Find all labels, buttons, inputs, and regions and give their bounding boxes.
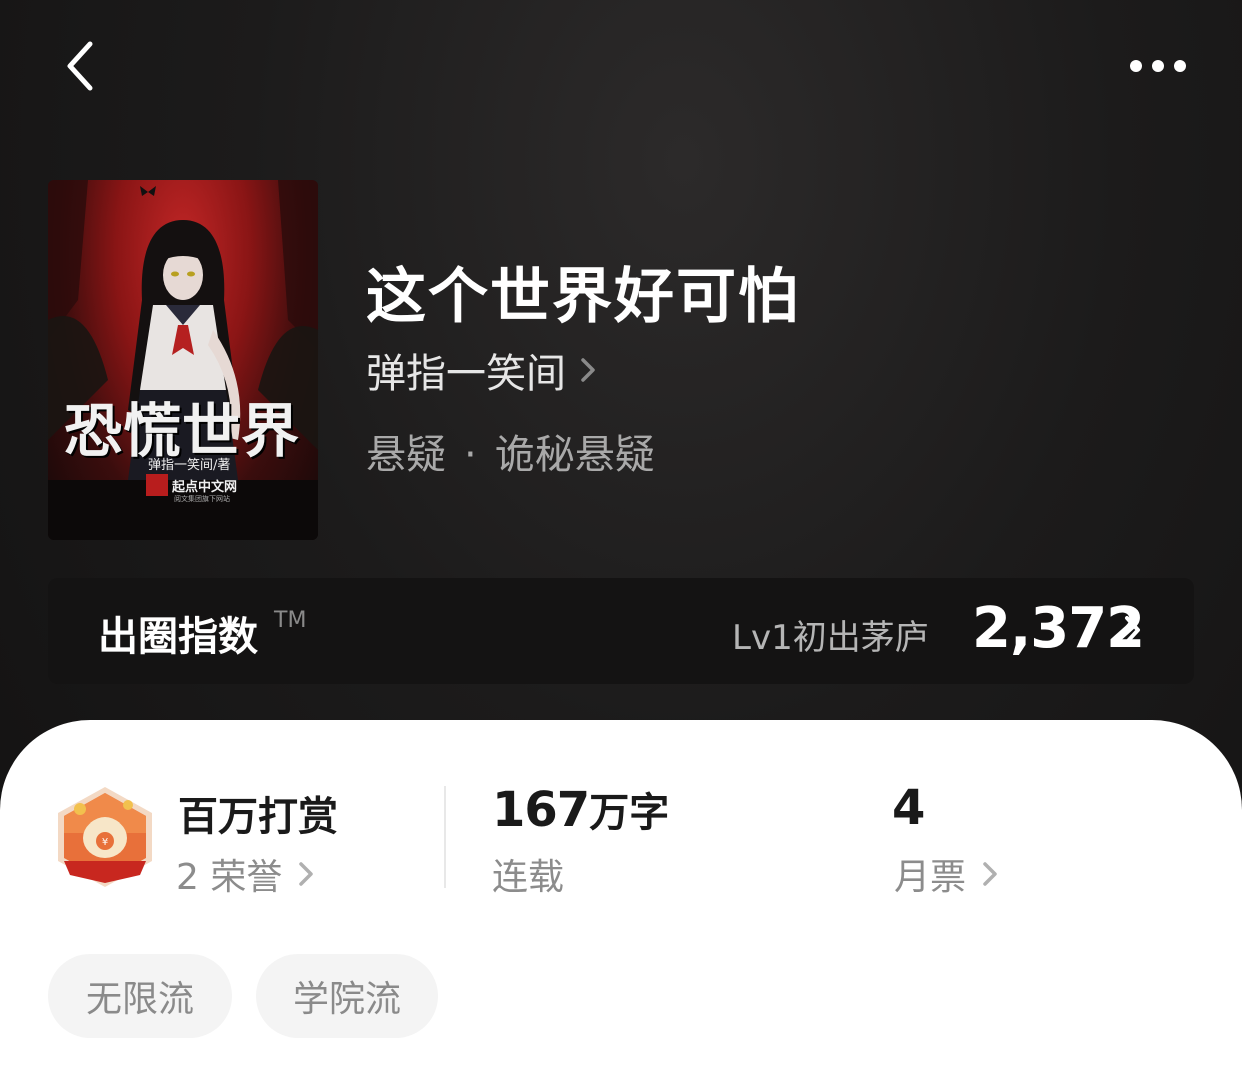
genre-main: 悬疑 (366, 432, 446, 478)
word-count-unit: 万字 (589, 790, 670, 836)
top-nav-bar (0, 0, 1242, 130)
svg-text:¥: ¥ (102, 837, 108, 848)
reward-badge-icon: ¥ (58, 787, 152, 887)
publisher-seal-icon (146, 474, 168, 496)
book-title: 这个世界好可怕 (366, 262, 800, 332)
chevron-right-icon (1125, 616, 1140, 644)
chevron-left-icon (67, 41, 93, 91)
cover-publisher: 起点中文网 (172, 480, 238, 495)
back-button[interactable] (56, 36, 116, 96)
index-value: 2,372 (972, 596, 1145, 661)
genre-line: 悬疑 · 诡秘悬疑 (366, 422, 655, 480)
tag-chip[interactable]: 无限流 (48, 954, 232, 1038)
monthly-ticket-count: 4 (892, 780, 925, 836)
monthly-ticket-label: 月票 (894, 857, 967, 898)
serial-status: 连载 (492, 857, 565, 898)
index-label: 出圈指数 (98, 614, 258, 660)
monthly-ticket-number: 4 (892, 780, 925, 836)
chevron-right-icon (299, 862, 314, 886)
tag-chip[interactable]: 学院流 (256, 954, 438, 1038)
word-count: 167万字 (492, 780, 669, 838)
stat-divider (444, 786, 446, 888)
word-count-number: 167 (492, 782, 590, 838)
author-link[interactable]: 弹指一笑间 (366, 343, 598, 397)
honors-count: 2 荣誉 (176, 857, 283, 898)
genre-separator: · (464, 432, 477, 478)
popularity-index-bar[interactable]: 出圈指数 TM Lv1初出茅庐 2,372 (48, 578, 1194, 684)
chevron-right-icon (581, 358, 595, 382)
cover-author: 弹指一笑间/著 (148, 458, 231, 473)
trademark-mark: TM (274, 608, 307, 633)
more-dots-icon (1130, 60, 1186, 72)
more-options-button[interactable] (1122, 46, 1202, 86)
reward-title: 百万打赏 (178, 794, 338, 840)
chevron-right-icon (983, 862, 997, 886)
book-cover[interactable]: 恐慌世界 弹指一笑间/著 起点中文网 阅文集团旗下网站 (48, 180, 318, 540)
genre-sub: 诡秘悬疑 (494, 432, 655, 478)
monthly-ticket-link[interactable]: 月票 (894, 848, 1000, 900)
index-level: Lv1初出茅庐 (732, 618, 929, 658)
cover-publisher-sub: 阅文集团旗下网站 (174, 495, 230, 503)
author-name: 弹指一笑间 (366, 351, 566, 397)
honors-link[interactable]: 2 荣誉 (176, 848, 316, 900)
